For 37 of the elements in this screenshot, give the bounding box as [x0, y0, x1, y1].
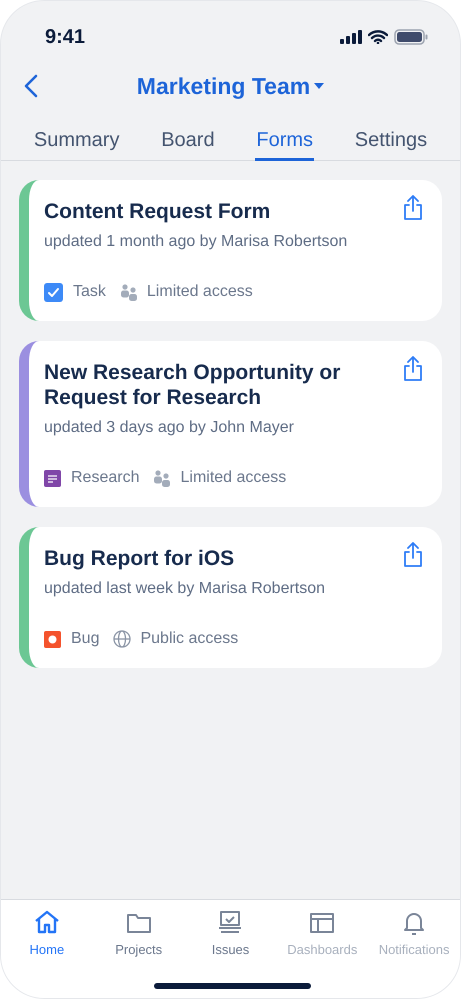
tab[interactable]: Settings	[354, 121, 428, 161]
tab[interactable]: Board	[160, 121, 216, 161]
access-label: Public access	[140, 629, 238, 649]
checkbox-icon	[44, 282, 63, 302]
tab[interactable]: Summary	[32, 121, 120, 161]
form-title: Bug Report for iOS	[44, 546, 234, 571]
wifi-icon	[368, 30, 388, 44]
updated-text: updated 3 days ago by John Mayer	[44, 418, 295, 438]
people-icon	[153, 470, 172, 486]
document-icon	[44, 470, 61, 486]
form-title: Content Request Form	[44, 199, 270, 224]
issue-type-label: Research	[71, 468, 140, 488]
access-label: Limited access	[180, 468, 286, 488]
issue-type-label: Bug	[71, 629, 100, 649]
globe-icon	[113, 630, 132, 648]
nav-tab[interactable]: Issues	[184, 909, 276, 960]
form-card[interactable]: Content Request Form updated 1 month ago by Marisa Robertson Task Limited access	[19, 180, 442, 321]
share-icon[interactable]	[402, 542, 424, 568]
signal-icon	[340, 30, 362, 44]
share-icon[interactable]	[402, 195, 424, 221]
access-label: Limited access	[146, 282, 253, 302]
status-time: 9:41	[45, 25, 86, 50]
project-title-dropdown[interactable]: Marketing Team	[136, 68, 324, 104]
battery-icon	[394, 29, 428, 45]
nav-tab[interactable]: Home	[1, 909, 93, 960]
updated-text: updated 1 month ago by Marisa Robertson	[44, 232, 348, 252]
nav-tab[interactable]: Projects	[92, 909, 185, 960]
form-card[interactable]: New Research Opportunity or Request for Research updated 3 days ago by John Mayer Research Limited access	[19, 341, 442, 507]
people-icon	[120, 284, 138, 300]
share-icon[interactable]	[402, 356, 424, 382]
form-card[interactable]: Bug Report for iOS updated last week by Marisa Robertson Bug Public access	[19, 527, 442, 668]
form-title: New Research Opportunity or Request for Research	[44, 360, 342, 410]
tab[interactable]: Forms	[255, 121, 314, 161]
bug-icon	[44, 630, 61, 648]
caret-down-icon	[314, 83, 324, 89]
issue-type-label: Task	[73, 282, 106, 302]
updated-text: updated last week by Marisa Robertson	[44, 579, 326, 599]
